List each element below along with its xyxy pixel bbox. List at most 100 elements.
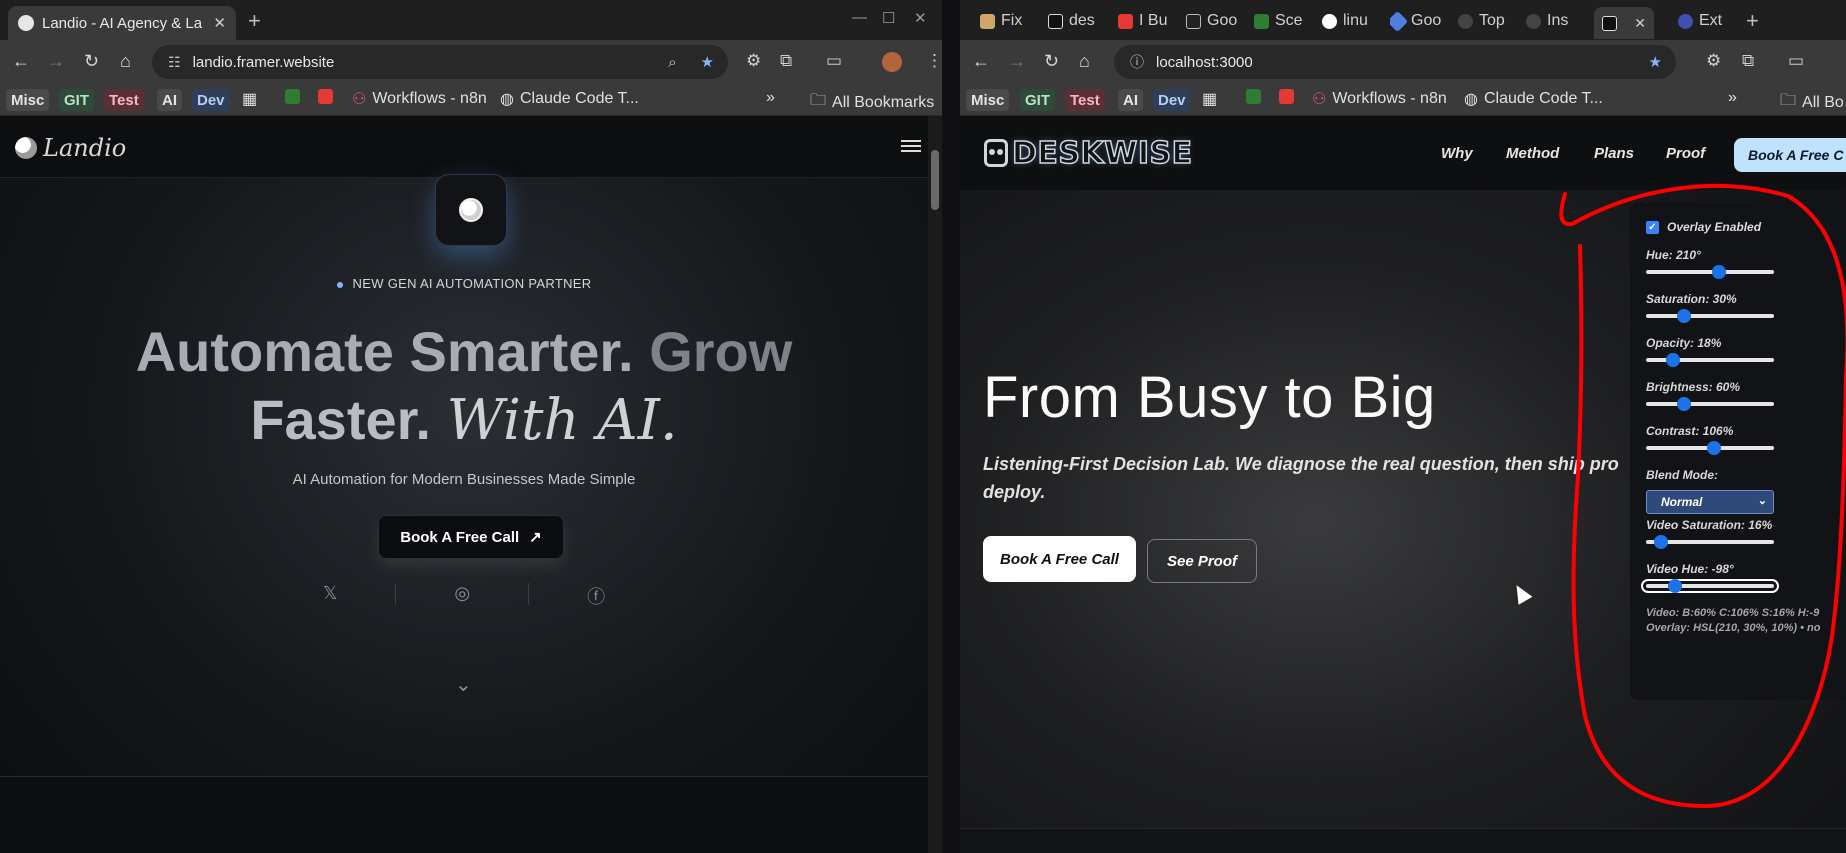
x-icon[interactable]: 𝕏 xyxy=(323,583,338,609)
tab-des[interactable]: des xyxy=(1048,8,1095,34)
bookmark-git[interactable]: GIT xyxy=(59,89,94,111)
extensions-icon[interactable]: ⧉ xyxy=(780,51,792,71)
instagram-icon[interactable]: ◎ xyxy=(454,583,470,609)
tab-search-icon[interactable]: ▭ xyxy=(1788,51,1804,71)
address-bar[interactable]: ⓘ localhost:3000 ★ xyxy=(1114,45,1676,79)
contrast-slider[interactable] xyxy=(1646,441,1774,455)
bookmark-st-icon[interactable] xyxy=(285,89,300,104)
bookmark-youtube-icon[interactable] xyxy=(318,89,333,104)
tab-landio[interactable]: Landio - AI Agency & La ✕ xyxy=(8,6,236,40)
apps-grid-icon[interactable]: ▦ xyxy=(1202,89,1217,109)
forward-icon[interactable]: → xyxy=(47,51,65,72)
hue-slider[interactable] xyxy=(1646,265,1774,279)
profile-avatar[interactable] xyxy=(882,52,902,72)
slider-thumb[interactable] xyxy=(1668,579,1683,593)
maximize-icon[interactable]: ☐ xyxy=(882,9,895,27)
bookmark-claude-code[interactable]: ◍ Claude Code T... xyxy=(1464,89,1603,109)
slider-thumb[interactable] xyxy=(1706,441,1721,455)
tab-linu[interactable]: linu xyxy=(1322,8,1368,34)
tab-ins[interactable]: Ins xyxy=(1526,8,1568,34)
tab-goo-1[interactable]: Goo xyxy=(1186,8,1237,34)
chevron-down-icon[interactable]: ⌄ xyxy=(455,672,472,697)
bookmarks-overflow-icon[interactable]: » xyxy=(1728,89,1737,107)
hamburger-menu-icon[interactable] xyxy=(901,140,921,152)
scrollbar-thumb[interactable] xyxy=(931,150,939,210)
close-window-icon[interactable]: ✕ xyxy=(914,9,927,27)
slider-thumb[interactable] xyxy=(1654,535,1669,549)
bookmark-st-icon[interactable] xyxy=(1246,89,1261,104)
bookmark-misc[interactable]: Misc xyxy=(966,89,1010,111)
slider-thumb[interactable] xyxy=(1677,309,1692,323)
facebook-icon[interactable]: ⓕ xyxy=(587,583,605,609)
bookmark-ai[interactable]: AI xyxy=(157,89,182,111)
zoom-icon[interactable]: ⌕ xyxy=(668,54,676,71)
brightness-slider[interactable] xyxy=(1646,397,1774,411)
nav-proof[interactable]: Proof xyxy=(1666,145,1705,162)
address-bar[interactable]: ☷ landio.framer.website ⌕ ★ xyxy=(152,45,728,79)
overlay-enabled-toggle[interactable]: ✓ Overlay Enabled xyxy=(1646,220,1761,234)
blend-mode-select[interactable]: Normal ⌄ xyxy=(1646,490,1774,514)
nav-book-call-button[interactable]: Book A Free C xyxy=(1734,138,1846,172)
bookmark-claude-code[interactable]: ◍ Claude Code T... xyxy=(500,89,639,109)
new-tab-icon[interactable]: + xyxy=(248,8,261,34)
nav-plans[interactable]: Plans xyxy=(1594,145,1634,162)
bookmark-n8n[interactable]: ⚇ Workflows - n8n xyxy=(1312,89,1447,109)
slider-thumb[interactable] xyxy=(1665,353,1680,367)
tab-top[interactable]: Top xyxy=(1458,8,1505,34)
back-icon[interactable]: ← xyxy=(12,51,30,72)
bookmark-dev[interactable]: Dev xyxy=(1153,89,1191,111)
extensions-icon[interactable]: ⧉ xyxy=(1742,51,1754,71)
see-proof-button[interactable]: See Proof xyxy=(1147,539,1257,583)
bookmark-test[interactable]: Test xyxy=(104,89,144,111)
minimize-icon[interactable]: — xyxy=(852,9,867,26)
bookmark-ai[interactable]: AI xyxy=(1118,89,1143,111)
bookmark-n8n[interactable]: ⚇ Workflows - n8n xyxy=(352,89,487,109)
tab-youtube[interactable]: I Bu xyxy=(1118,8,1167,34)
tab-ext[interactable]: Ext xyxy=(1678,8,1722,34)
deskwise-logo[interactable]: DESKWISE xyxy=(984,135,1193,171)
tab-fix[interactable]: Fix xyxy=(980,8,1022,34)
apps-grid-icon[interactable]: ▦ xyxy=(242,89,257,109)
all-bookmarks[interactable]: 🗀 All Bo xyxy=(1780,89,1844,116)
site-info-icon[interactable]: ☷ xyxy=(168,54,181,71)
bookmark-star-icon[interactable]: ★ xyxy=(701,53,714,71)
video-hue-slider[interactable] xyxy=(1641,579,1779,593)
site-info-icon[interactable]: ⓘ xyxy=(1130,52,1144,72)
saturation-slider[interactable] xyxy=(1646,309,1774,323)
nav-why[interactable]: Why xyxy=(1441,145,1473,162)
tab-goo-2[interactable]: Goo xyxy=(1390,8,1441,34)
bookmarks-overflow-icon[interactable]: » xyxy=(766,89,775,107)
bookmark-misc[interactable]: Misc xyxy=(6,89,50,111)
book-call-button[interactable]: Book A Free Call xyxy=(983,536,1136,582)
book-call-button[interactable]: Book A Free Call ↗ xyxy=(378,515,564,559)
menu-icon[interactable]: ⋮ xyxy=(926,51,942,71)
new-tab-icon[interactable]: + xyxy=(1746,8,1759,34)
reload-icon[interactable]: ↻ xyxy=(1044,51,1059,72)
bookmark-test[interactable]: Test xyxy=(1065,89,1105,111)
slider-thumb[interactable] xyxy=(1711,265,1726,279)
landio-logo[interactable]: Landio xyxy=(15,134,126,162)
bookmark-git[interactable]: GIT xyxy=(1020,89,1055,111)
slider-thumb[interactable] xyxy=(1677,397,1692,411)
back-icon[interactable]: ← xyxy=(972,51,990,72)
tab-active-localhost[interactable]: ✕ xyxy=(1594,7,1654,39)
nav-method[interactable]: Method xyxy=(1506,145,1559,162)
checkbox-checked-icon[interactable]: ✓ xyxy=(1646,220,1659,234)
tab-sce[interactable]: Sce xyxy=(1254,8,1303,34)
chatgpt-extension-icon[interactable]: ⚙ xyxy=(746,51,761,71)
forward-icon[interactable]: → xyxy=(1008,51,1026,72)
bookmark-star-icon[interactable]: ★ xyxy=(1649,53,1662,71)
close-tab-icon[interactable]: ✕ xyxy=(1634,15,1646,32)
close-tab-icon[interactable]: ✕ xyxy=(213,14,226,32)
all-bookmarks[interactable]: 🗀 All Bookmarks xyxy=(810,89,934,116)
home-icon[interactable]: ⌂ xyxy=(120,51,131,72)
video-saturation-slider[interactable] xyxy=(1646,535,1774,549)
bookmark-youtube-icon[interactable] xyxy=(1279,89,1294,104)
chatgpt-extension-icon[interactable]: ⚙ xyxy=(1706,51,1721,71)
scrollbar[interactable] xyxy=(928,116,942,853)
opacity-slider[interactable] xyxy=(1646,353,1774,367)
bookmark-dev[interactable]: Dev xyxy=(192,89,230,111)
tab-search-icon[interactable]: ▭ xyxy=(826,51,842,71)
home-icon[interactable]: ⌂ xyxy=(1079,51,1090,72)
reload-icon[interactable]: ↻ xyxy=(84,51,99,72)
